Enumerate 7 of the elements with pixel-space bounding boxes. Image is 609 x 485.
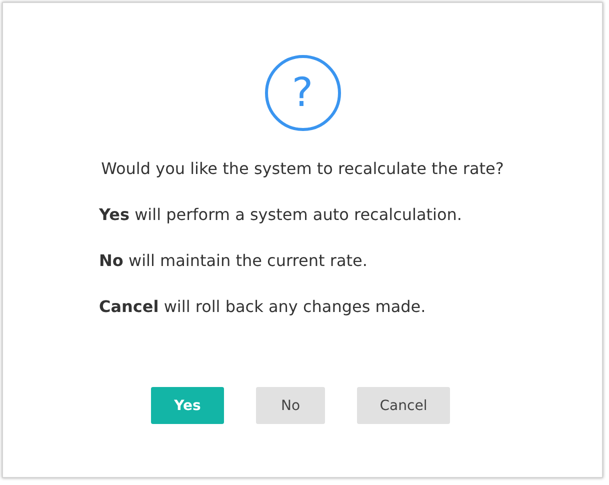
explanation-text: No will maintain the current rate.	[99, 250, 368, 272]
dialog-button[interactable]: Cancel	[357, 387, 450, 424]
question-text: Would you like the system to recalculate the rate?	[100, 158, 505, 180]
dialog-button[interactable]: No	[256, 387, 325, 424]
explanation-text: Cancel will roll back any changes made.	[99, 296, 427, 318]
explanation-text: Yes will perform a system auto recalculation.	[99, 204, 464, 226]
question-icon: ?	[264, 55, 340, 131]
